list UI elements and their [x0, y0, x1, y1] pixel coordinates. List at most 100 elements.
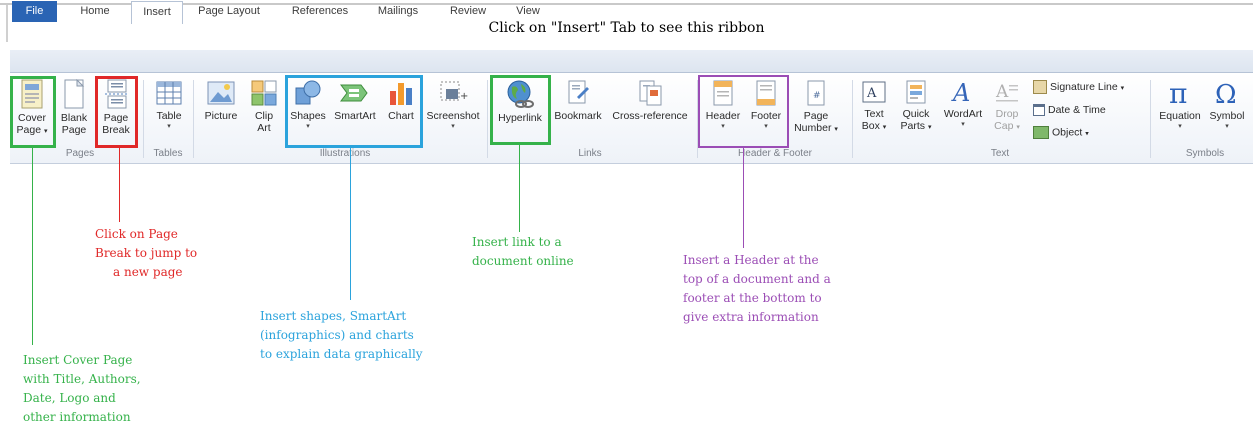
quick-parts-label-1: Quick [902, 108, 930, 120]
annotation-line: top of a document and a [683, 272, 831, 286]
illustrations-annotation: Insert shapes, SmartArt (infographics) a… [260, 307, 423, 364]
drop-cap-label-1: Drop [995, 108, 1019, 120]
table-icon [156, 81, 182, 105]
annotation-line: Insert shapes, SmartArt [260, 309, 407, 323]
blank-page-icon [64, 79, 85, 109]
annotation-line: Date, Logo and [23, 391, 116, 405]
signature-line-button[interactable]: Signature Line ▾ [1033, 80, 1124, 94]
object-button[interactable]: Object ▾ [1033, 126, 1089, 139]
dropdown-arrow-icon: ▾ [167, 122, 171, 130]
page-number-label-1: Page [803, 110, 829, 122]
blank-page-label-1: Blank [60, 112, 88, 124]
tab-references[interactable]: References [280, 0, 360, 22]
annotation-line: (infographics) and charts [260, 328, 414, 342]
blank-page-label-2: Page [61, 124, 87, 136]
picture-label: Picture [204, 110, 238, 122]
group-label-pages: Pages [65, 148, 95, 159]
svg-text:A: A [995, 82, 1009, 102]
cross-reference-button[interactable]: Cross-reference [608, 77, 692, 122]
drop-cap-icon: A [995, 82, 1018, 102]
svg-text:A: A [866, 86, 877, 101]
header-footer-highlight [698, 75, 789, 148]
clip-art-label-2: Art [257, 122, 271, 134]
cover-page-connector [32, 148, 33, 345]
quick-parts-icon [906, 80, 926, 104]
group-label-text: Text [990, 148, 1010, 159]
cross-reference-icon [639, 80, 662, 106]
text-box-label-1: Text [864, 108, 884, 120]
bookmark-button[interactable]: Bookmark [551, 77, 605, 122]
group-label-header-footer: Header & Footer [738, 148, 812, 159]
calendar-icon [1033, 104, 1045, 117]
symbol-label: Symbol [1209, 110, 1245, 122]
annotation-line: give extra information [683, 310, 819, 324]
header-footer-annotation: Insert a Header at the top of a document… [683, 251, 831, 327]
dropdown-arrow-icon: ▾ [961, 120, 965, 128]
tab-file[interactable]: File [12, 1, 57, 22]
quick-parts-button[interactable]: Quick Parts ▾ [896, 77, 936, 134]
dropdown-arrow-icon: ▾ [834, 126, 838, 133]
hyperlink-connector [519, 145, 520, 232]
tab-home[interactable]: Home [70, 0, 120, 22]
annotation-line: footer at the bottom to [683, 291, 822, 305]
svg-text:+: + [460, 91, 468, 102]
svg-text:Ω: Ω [1215, 80, 1237, 107]
dropdown-arrow-icon: ▾ [1178, 122, 1182, 130]
dropdown-arrow-icon: ▾ [927, 124, 932, 131]
annotation-line: to explain data graphically [260, 347, 423, 361]
drop-cap-button[interactable]: A Drop Cap ▾ [990, 77, 1024, 134]
picture-icon [207, 81, 235, 105]
clip-art-button[interactable]: Clip Art [246, 77, 282, 134]
group-separator [852, 80, 853, 158]
cover-page-highlight [10, 76, 56, 148]
screenshot-button[interactable]: + Screenshot ▾ [423, 77, 483, 130]
tab-insert[interactable]: Insert [131, 1, 183, 24]
annotation-line: Insert a Header at the [683, 253, 819, 267]
cross-reference-label: Cross-reference [612, 110, 688, 122]
date-time-button[interactable]: Date & Time [1033, 104, 1106, 117]
dropdown-arrow-icon: ▾ [1016, 124, 1020, 131]
signature-line-label: Signature Line [1050, 80, 1118, 93]
page-number-button[interactable]: # Page Number ▾ [790, 77, 842, 136]
wordart-label: WordArt [943, 108, 983, 120]
annotation-line: Insert Cover Page [23, 353, 133, 367]
equation-button[interactable]: π Equation ▾ [1156, 77, 1204, 130]
wordart-button[interactable]: A WordArt ▾ [938, 77, 988, 128]
quick-parts-label-2: Parts [900, 120, 926, 132]
annotation-line: document online [472, 254, 574, 268]
bookmark-icon [568, 80, 589, 104]
dropdown-arrow-icon: ▾ [451, 122, 455, 130]
date-time-label: Date & Time [1048, 104, 1106, 116]
equation-label: Equation [1159, 110, 1201, 122]
group-label-symbols: Symbols [1185, 148, 1225, 159]
group-separator [143, 80, 144, 158]
object-icon [1033, 126, 1049, 139]
text-box-label-2: Box [861, 120, 880, 132]
ribbon-tab-bar [10, 50, 1253, 73]
picture-button[interactable]: Picture [200, 77, 242, 122]
clip-art-label-1: Clip [254, 110, 274, 122]
tab-page-layout[interactable]: Page Layout [188, 0, 270, 22]
blank-page-button[interactable]: Blank Page [57, 77, 91, 136]
drop-cap-label-2: Cap [994, 120, 1014, 132]
group-separator [1150, 80, 1151, 158]
tab-review[interactable]: Review [440, 0, 496, 22]
tab-mailings[interactable]: Mailings [366, 0, 430, 22]
page-title: Click on "Insert" Tab to see this ribbon [488, 20, 765, 36]
table-label: Table [156, 110, 182, 122]
group-label-illustrations: Illustrations [319, 148, 371, 159]
screenshot-icon: + [440, 81, 468, 102]
pi-icon: π [1169, 79, 1187, 107]
page-break-annotation: Click on Page Break to jump to a new pag… [95, 225, 197, 282]
symbol-button[interactable]: Ω Symbol ▾ [1206, 77, 1248, 130]
group-separator [487, 80, 488, 158]
annotation-line: a new page [113, 265, 183, 279]
table-button[interactable]: Table ▾ [150, 77, 188, 130]
page-number-label-2: Number [794, 122, 832, 134]
page-break-connector [119, 148, 120, 222]
text-box-button[interactable]: A Text Box ▾ [856, 77, 892, 134]
annotation-line: Break to jump to [95, 246, 198, 260]
omega-icon: Ω [1215, 80, 1237, 107]
tab-view[interactable]: View [505, 0, 551, 22]
clip-art-icon [251, 80, 277, 106]
